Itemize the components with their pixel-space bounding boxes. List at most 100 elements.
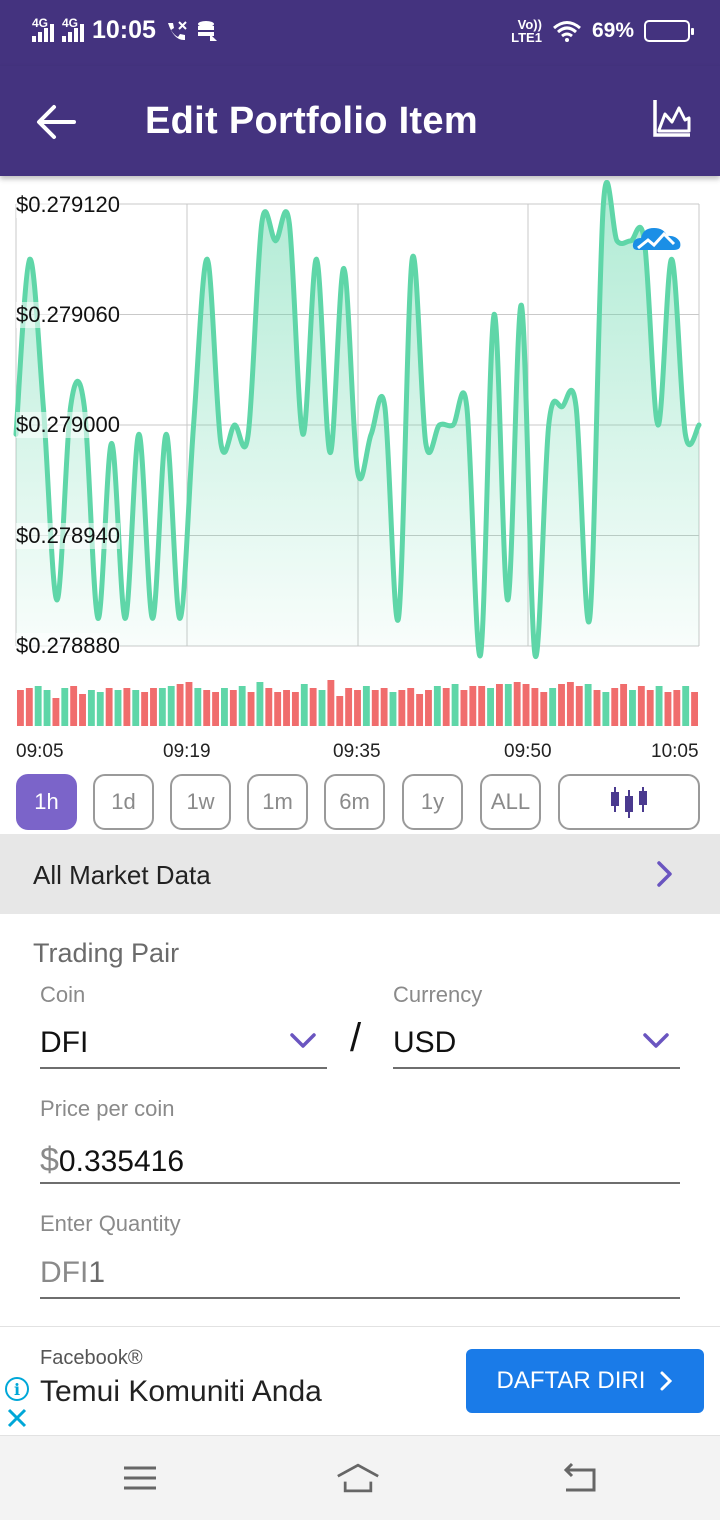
quantity-value: 1 <box>88 1256 106 1289</box>
volume-bar <box>79 694 86 726</box>
volume-bar <box>433 686 441 726</box>
price-chart-svg <box>13 180 702 726</box>
x-tick-label: 09:19 <box>163 741 211 762</box>
volume-bar <box>575 686 583 726</box>
coin-label: Coin <box>40 982 86 1007</box>
volume-bar <box>646 690 654 726</box>
volume-bar <box>611 688 619 726</box>
volume-bar <box>185 682 193 726</box>
volume-bar <box>176 684 184 726</box>
volume-bar <box>691 692 698 726</box>
range-1d[interactable]: 1d <box>93 774 154 830</box>
return-icon[interactable] <box>558 1460 602 1496</box>
volume-bar <box>495 684 503 726</box>
volume-bar <box>61 688 69 726</box>
system-nav-bar <box>0 1436 720 1520</box>
menu-icon[interactable] <box>118 1460 162 1496</box>
volume-bar <box>150 688 157 726</box>
volume-bar <box>105 688 113 726</box>
app-bar: Edit Portfolio Item <box>0 66 720 176</box>
range-1h[interactable]: 1h <box>16 774 77 830</box>
signal-icon: 4G <box>32 16 54 42</box>
range-all[interactable]: ALL <box>480 774 541 830</box>
ad-brand: Facebook® <box>40 1347 143 1369</box>
info-icon[interactable]: i <box>5 1377 29 1401</box>
currency-select[interactable]: USD <box>393 1026 456 1060</box>
wifi-call-icon <box>167 20 187 40</box>
candlestick-icon <box>611 787 647 818</box>
volume-bar <box>141 692 149 726</box>
currency-label: Currency <box>393 982 483 1007</box>
y-tick-label: $0.278940 <box>16 523 120 549</box>
volume-bar <box>673 690 681 726</box>
volume-bar <box>522 684 530 726</box>
price-label: Price per coin <box>40 1096 175 1121</box>
page-title: Edit Portfolio Item <box>145 100 478 142</box>
price-underline <box>40 1182 680 1184</box>
range-1m[interactable]: 1m <box>247 774 308 830</box>
coin-prefix: DFI <box>40 1256 89 1289</box>
volte-indicator: Vo)) LTE1 <box>511 17 542 45</box>
volume-bar <box>416 694 424 726</box>
arrow-left-icon[interactable] <box>34 102 78 142</box>
volume-bar <box>513 682 521 726</box>
area-chart-icon[interactable] <box>652 98 692 138</box>
volume-bar <box>327 680 335 726</box>
quantity-label: Enter Quantity <box>40 1211 181 1236</box>
volume-bar <box>451 684 459 726</box>
volume-bar <box>265 688 273 726</box>
volume-bar <box>274 692 282 726</box>
chevron-down-icon[interactable] <box>290 1033 316 1049</box>
volume-bar <box>682 686 690 726</box>
status-right: Vo)) LTE1 69% <box>511 17 694 45</box>
x-tick-label: 10:05 <box>651 741 699 762</box>
volume-bar <box>247 692 255 726</box>
volume-bar <box>531 688 539 726</box>
range-1y[interactable]: 1y <box>402 774 463 830</box>
volume-bar <box>540 692 548 726</box>
volume-bar <box>300 684 308 726</box>
range-1w[interactable]: 1w <box>170 774 231 830</box>
volume-bar <box>549 688 557 726</box>
all-market-data-row[interactable]: All Market Data <box>0 834 720 914</box>
volume-bar <box>655 686 663 726</box>
volume-bar <box>345 688 353 726</box>
volume-bar <box>584 684 592 726</box>
signal-icon-2: 4G <box>62 16 84 42</box>
chevron-down-icon[interactable] <box>643 1033 669 1049</box>
x-tick-label: 09:35 <box>333 741 381 762</box>
volume-bar <box>158 688 166 726</box>
volume-bar <box>96 692 104 726</box>
network-type-2: 4G <box>62 15 79 30</box>
wifi-icon <box>553 21 581 42</box>
volume-bar <box>309 688 317 726</box>
chevron-right-icon <box>657 861 672 887</box>
volume-bar <box>380 688 388 726</box>
volume-bar <box>593 690 601 726</box>
quantity-input[interactable]: DFI1 <box>40 1256 105 1290</box>
ad-cta-button[interactable]: DAFTAR DIRI <box>466 1349 704 1413</box>
range-6m[interactable]: 6m <box>324 774 385 830</box>
volume-bar <box>87 690 95 726</box>
close-icon[interactable] <box>6 1407 28 1429</box>
price-chart[interactable]: $0.279120 $0.279060 $0.279000 $0.278940 … <box>0 180 720 770</box>
x-tick-label: 09:05 <box>16 741 64 762</box>
volume-bar <box>362 686 370 726</box>
volume-bar <box>70 686 78 726</box>
volume-bar <box>291 692 299 726</box>
clock: 10:05 <box>92 16 156 44</box>
volume-bar <box>407 688 415 726</box>
home-icon[interactable] <box>336 1460 380 1496</box>
ad-banner[interactable]: i Facebook® Temui Komuniti Anda DAFTAR D… <box>0 1326 720 1436</box>
volume-bar <box>256 682 264 726</box>
y-tick-label: $0.279060 <box>16 302 120 328</box>
volume-bar <box>221 688 228 726</box>
volume-bar <box>203 690 211 726</box>
candlestick-toggle-button[interactable] <box>558 774 700 830</box>
coin-select[interactable]: DFI <box>40 1026 88 1060</box>
chevron-right-icon <box>660 1371 673 1391</box>
price-input[interactable]: $0.335416 <box>40 1141 184 1180</box>
volume-bar <box>504 684 512 726</box>
ad-headline: Temui Komuniti Anda <box>40 1375 322 1408</box>
volume-bar <box>460 690 468 726</box>
